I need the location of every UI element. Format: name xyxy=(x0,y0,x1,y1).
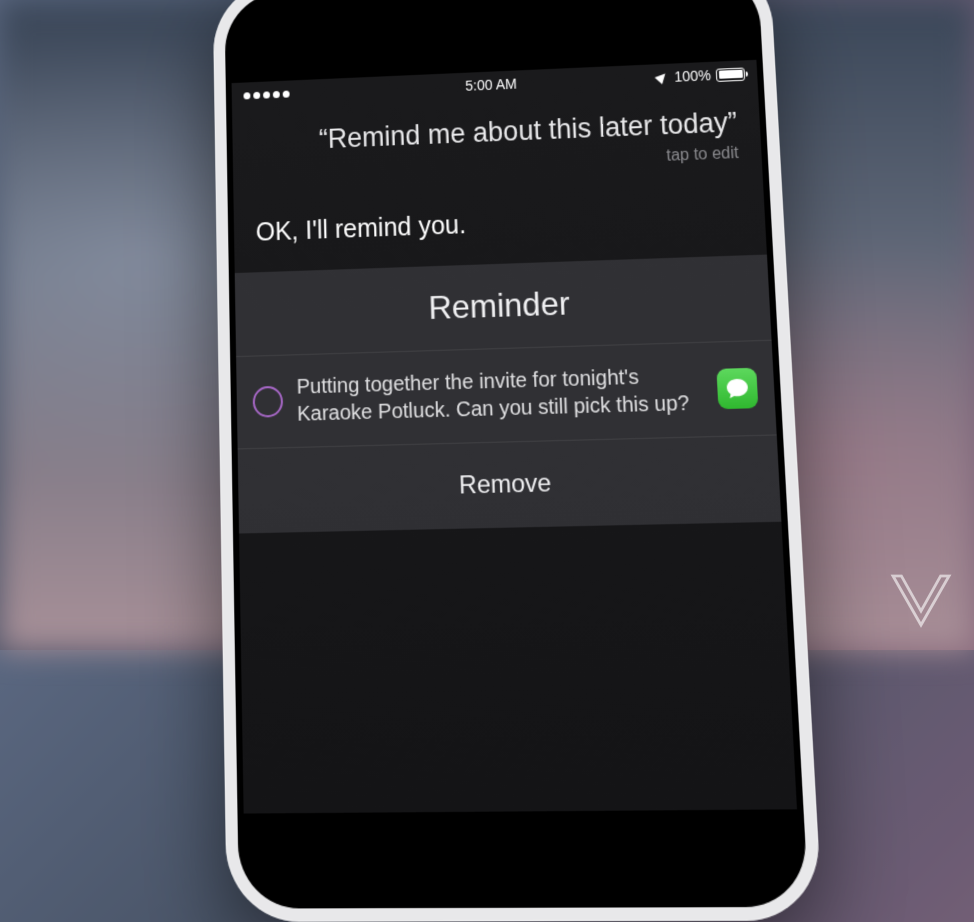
messages-app-icon[interactable] xyxy=(716,368,758,410)
phone-frame: 5:00 AM 100% Remind me about this later … xyxy=(212,0,807,649)
status-right: 100% xyxy=(657,65,746,85)
phone-screen: 5:00 AM 100% Remind me about this later … xyxy=(232,60,797,814)
phone-body: 5:00 AM 100% Remind me about this later … xyxy=(212,0,822,922)
phone-bezel: 5:00 AM 100% Remind me about this later … xyxy=(224,0,809,909)
reminder-item[interactable]: Putting together the invite for tonight'… xyxy=(236,341,777,450)
battery-icon xyxy=(716,67,745,81)
battery-percent: 100% xyxy=(674,67,711,85)
reminder-item-text: Putting together the invite for tonight'… xyxy=(296,362,704,428)
reminder-card-title: Reminder xyxy=(235,255,772,358)
reminder-card: Reminder Putting together the invite for… xyxy=(235,255,782,534)
remove-button[interactable]: Remove xyxy=(238,436,782,534)
reminder-checkbox[interactable] xyxy=(253,386,284,418)
verge-logo-icon xyxy=(886,562,956,632)
status-time: 5:00 AM xyxy=(465,76,517,94)
location-icon xyxy=(655,70,669,84)
signal-strength-icon xyxy=(243,90,289,99)
status-left xyxy=(243,90,289,99)
